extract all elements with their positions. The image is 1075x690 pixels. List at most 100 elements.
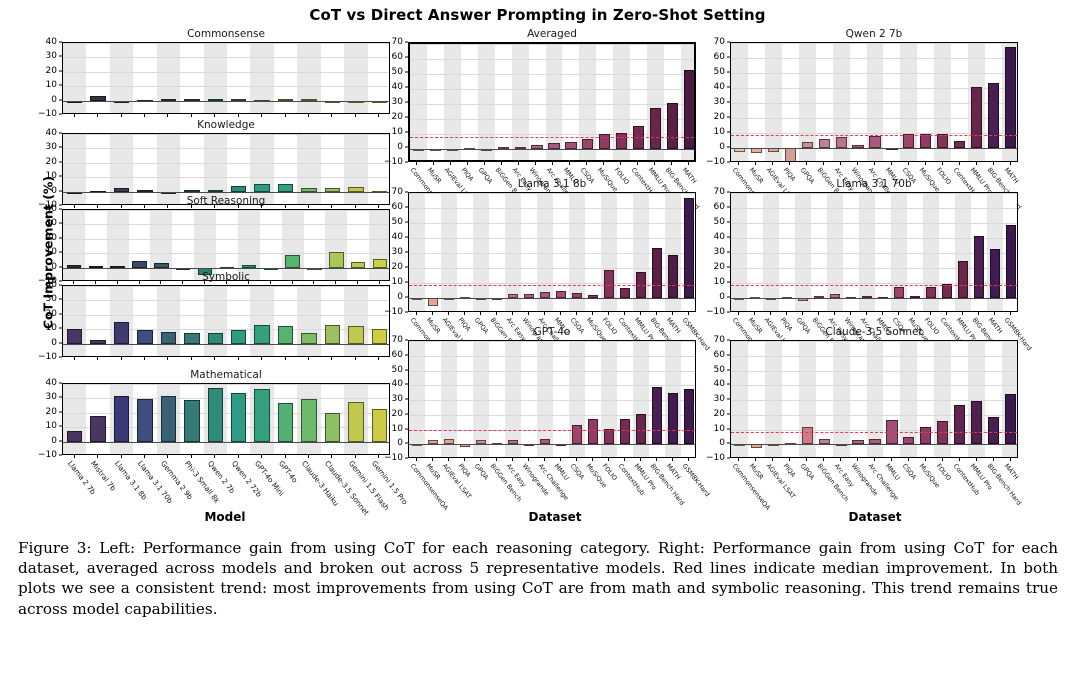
x-tick-mark: [560, 458, 561, 461]
y-tick-mark: [59, 313, 62, 315]
y-tick-label: 50: [713, 217, 725, 227]
x-tick-mark: [946, 312, 947, 315]
y-tick-label: 0: [719, 292, 725, 302]
y-tick-label: 40: [713, 82, 725, 92]
y-tick-mark: [727, 206, 730, 208]
x-tick-mark: [354, 357, 356, 360]
plot-area-commonsense: [62, 42, 390, 114]
x-tick-mark: [73, 114, 75, 117]
x-tick-mark: [688, 458, 689, 461]
y-tick-mark: [727, 71, 730, 73]
x-tick-mark: [416, 162, 418, 165]
x-tick-mark: [450, 162, 452, 165]
mid-x-axis-label: Dataset: [528, 510, 582, 524]
y-tick-label: 60: [391, 349, 403, 360]
bar-series: [409, 341, 695, 457]
y-tick-mark: [405, 457, 408, 459]
x-tick-mark: [120, 357, 122, 360]
x-tick-mark: [512, 312, 513, 315]
bar: [903, 436, 915, 445]
x-tick-mark: [978, 312, 979, 315]
y-axis-ticks: −10 0 10 20 30 40 50 60 70: [690, 335, 730, 463]
y-tick-label: 40: [45, 378, 57, 388]
bar: [277, 403, 294, 442]
bar: [132, 260, 147, 268]
x-tick-mark: [331, 357, 333, 360]
y-tick-mark: [59, 298, 62, 300]
x-tick-mark: [576, 458, 577, 461]
y-tick-label: −10: [384, 307, 403, 317]
x-tick-mark: [480, 458, 481, 461]
y-tick-mark: [405, 281, 408, 283]
y-tick-label: 0: [719, 142, 725, 152]
bar: [666, 103, 679, 149]
x-tick-mark: [874, 162, 875, 165]
bar: [113, 396, 130, 442]
y-tick-mark: [405, 398, 408, 400]
bar: [920, 134, 932, 148]
x-tick-mark: [924, 458, 926, 461]
y-tick-mark: [727, 266, 730, 268]
y-tick-mark: [727, 383, 730, 385]
y-tick-mark: [727, 236, 730, 238]
y-tick-mark: [59, 190, 62, 192]
y-tick-mark: [727, 296, 730, 298]
y-tick-mark: [59, 41, 62, 43]
plot-area-symbolic: [62, 285, 390, 357]
x-tick-mark: [907, 458, 909, 461]
y-tick-mark: [727, 191, 730, 193]
y-tick-label: 40: [45, 37, 57, 47]
x-tick-mark: [636, 162, 638, 165]
x-tick-mark: [640, 312, 641, 315]
x-tick-mark: [592, 312, 593, 315]
bar: [987, 82, 1000, 148]
x-tick-mark: [496, 312, 497, 315]
y-tick-mark: [59, 251, 62, 253]
x-tick-mark: [512, 458, 513, 461]
y-tick-mark: [727, 369, 730, 370]
bar: [90, 415, 106, 442]
y-tick-label: 60: [713, 52, 725, 62]
median-improvement-line: [731, 431, 1017, 433]
x-tick-mark: [214, 455, 216, 458]
y-tick-label: 0: [51, 435, 57, 446]
median-improvement-line: [409, 429, 695, 431]
y-tick-label: 0: [719, 438, 725, 449]
y-tick-label: 20: [391, 112, 403, 122]
x-tick-mark: [672, 312, 673, 315]
x-tick-mark: [261, 455, 263, 458]
zero-line: [731, 298, 1017, 299]
y-tick-label: 10: [713, 423, 725, 434]
y-tick-label: 0: [397, 438, 403, 449]
x-tick-mark: [544, 458, 545, 461]
x-tick-mark: [890, 162, 892, 165]
x-tick-mark: [823, 458, 825, 461]
x-tick-mark: [331, 114, 333, 117]
x-tick-mark: [585, 162, 587, 165]
y-tick-mark: [59, 356, 62, 358]
y-tick-mark: [727, 428, 730, 429]
y-tick-label: −10: [706, 307, 725, 317]
y-tick-mark: [405, 442, 408, 444]
median-improvement-line: [410, 136, 694, 138]
y-tick-label: 60: [391, 52, 403, 62]
bar: [801, 426, 813, 445]
bar: [582, 139, 594, 149]
bar: [973, 235, 985, 298]
y-tick-label: −10: [38, 450, 57, 460]
y-tick-mark: [727, 56, 730, 58]
x-tick-mark: [354, 455, 356, 458]
y-tick-label: −10: [706, 453, 725, 463]
panel-qwen-2-7b: Qwen 2 7b −10 0 10 20 30 40 50 60 70 CommonsenseQA…: [706, 28, 1023, 216]
x-tick-label-csqa: CSQA: [900, 462, 918, 482]
right-x-axis-label: Dataset: [848, 510, 902, 524]
bar: [66, 329, 83, 344]
y-tick-mark: [405, 266, 408, 268]
y-tick-mark: [727, 116, 730, 118]
x-tick-mark: [624, 458, 625, 461]
y-tick-label: 0: [51, 94, 57, 105]
y-tick-label: 30: [391, 97, 403, 107]
x-tick-mark: [560, 312, 561, 315]
median-improvement-line: [731, 284, 1017, 286]
bar: [603, 428, 615, 445]
